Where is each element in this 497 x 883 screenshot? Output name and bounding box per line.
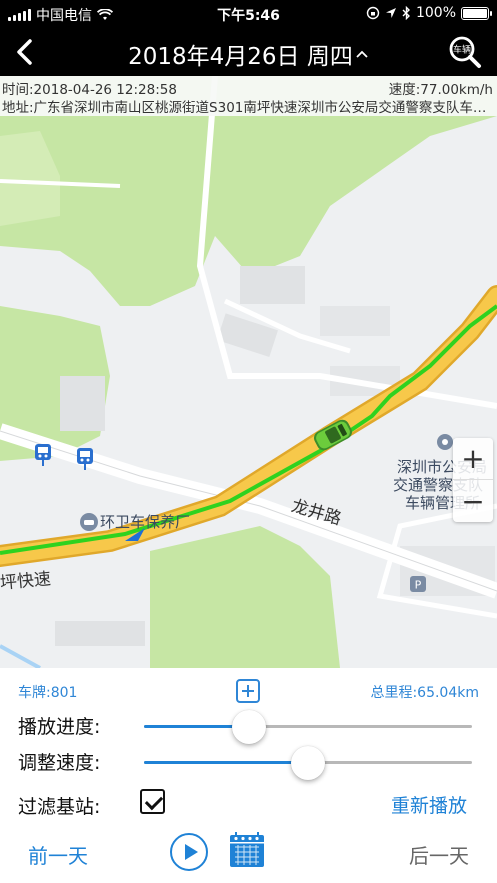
next-day-button[interactable]: 后一天 [409,840,469,869]
bluetooth-icon [402,6,410,20]
parking-icon[interactable]: P [410,576,426,592]
slider-thumb[interactable] [291,746,325,780]
filter-checkbox[interactable] [140,789,165,814]
map-view[interactable]: P 龙井路 坪快速 环卫车保养厂 深圳市公安局 交通警察支队 车辆管理所 + − [0,76,497,668]
search-badge-text: 车辆 [453,44,471,56]
chevron-up-icon [356,50,368,58]
road-label-expressway: 坪快速 [0,569,52,593]
playback-panel: 车牌:801 总里程:65.04km 播放进度: 调整速度: 过滤基站: 重新播… [0,668,497,883]
poi-label-garage: 环卫车保养厂 [100,513,190,531]
progress-slider[interactable] [144,710,472,744]
date-title-button[interactable]: 2018年4月26日 周四 [0,37,497,71]
track-speed: 速度:77.00km/h [388,82,493,98]
plate-number: 车牌:801 [18,685,78,701]
calendar-icon[interactable] [229,831,265,869]
zoom-in-button[interactable]: + [453,438,493,480]
police-poi-icon[interactable] [437,434,453,450]
nav-bar: 2018年4月26日 周四 车辆 [0,28,497,76]
total-mileage: 总里程:65.04km [370,685,479,701]
building [60,376,105,431]
add-icon[interactable] [236,679,260,703]
battery-percent: 100% [415,5,456,21]
track-time: 时间:2018-04-26 12:28:58 [2,82,177,98]
slider-fill [144,761,308,764]
building [240,266,305,304]
track-info-panel: 时间:2018-04-26 12:28:58 速度:77.00km/h 地址:广… [0,76,497,116]
slider-thumb[interactable] [231,710,266,744]
track-address: 地址:广东省深圳市南山区桃源街道S301南坪快速深圳市公安局交通警察支队车辆管理… [2,100,495,116]
speed-slider[interactable] [144,746,472,780]
building [55,621,145,646]
bus-stop-icon[interactable] [35,444,51,466]
speed-label: 调整速度: [18,752,101,774]
replay-button[interactable]: 重新播放 [391,791,467,818]
location-arrow-icon [385,8,396,18]
date-title: 2018年4月26日 周四 [128,44,353,70]
filter-label: 过滤基站: [18,796,101,818]
zoom-control: + − [453,438,493,522]
battery-icon [461,6,492,20]
prev-day-button[interactable]: 前一天 [28,840,88,869]
status-bar: 中国电信 下午5:46 100% [0,0,497,28]
progress-label: 播放进度: [18,716,101,738]
svg-text:P: P [415,579,422,592]
search-vehicle-icon[interactable]: 车辆 [447,34,483,70]
vehicle-summary-row: 车牌:801 总里程:65.04km [0,668,497,712]
garage-poi-icon[interactable] [80,513,98,531]
screen: 中国电信 下午5:46 100% 2018年4月26日 周四 车辆 P 龙井路 … [0,0,497,883]
zoom-out-button[interactable]: − [453,480,493,522]
map-canvas: P 龙井路 坪快速 环卫车保养厂 深圳市公安局 交通警察支队 车辆管理所 [0,76,497,668]
canal [0,644,41,668]
orientation-lock-icon [366,6,380,20]
park-area-bottom [150,526,340,668]
play-icon[interactable] [170,833,208,871]
building [320,306,390,336]
